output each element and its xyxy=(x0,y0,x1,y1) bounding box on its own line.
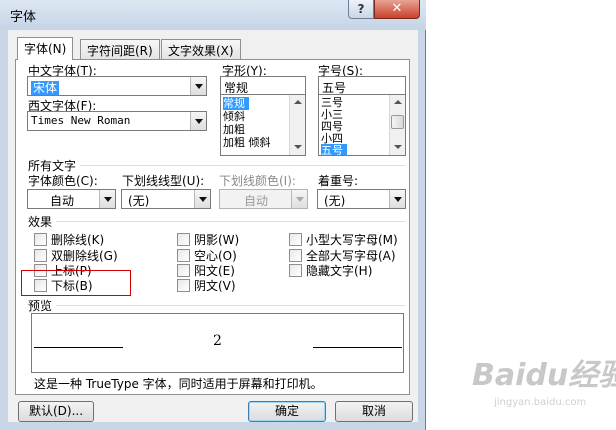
scroll-up-icon[interactable] xyxy=(390,95,405,110)
double-strikethrough-checkbox[interactable] xyxy=(34,249,47,262)
baidu-watermark-url: jingyan.baidu.com xyxy=(494,397,587,408)
preview-section-label: 预览 xyxy=(28,299,53,313)
scroll-up-icon[interactable] xyxy=(290,95,305,110)
font-style-list[interactable]: 常规 倾斜 加粗 加粗 倾斜 xyxy=(220,94,306,156)
font-style-input[interactable]: 常规 xyxy=(220,76,306,96)
hidden-text-checkbox[interactable] xyxy=(289,264,302,277)
chevron-down-icon[interactable] xyxy=(190,77,206,95)
cancel-button[interactable]: 取消 xyxy=(335,401,413,422)
list-item[interactable]: 加粗 xyxy=(223,123,245,136)
font-color-label: 字体颜色(C): xyxy=(28,174,98,188)
underline-color-label: 下划线颜色(I): xyxy=(219,174,296,188)
list-item[interactable]: 常规 xyxy=(223,97,249,110)
section-divider xyxy=(56,221,405,222)
list-item[interactable]: 倾斜 xyxy=(223,110,245,123)
font-size-list[interactable]: 三号 小三 四号 小四 五号 xyxy=(318,94,406,156)
tab-font[interactable]: 字体(N) xyxy=(17,37,74,60)
preview-baseline-right xyxy=(313,347,402,348)
outline-checkbox[interactable] xyxy=(177,249,190,262)
list-item[interactable]: 五号 xyxy=(321,144,347,155)
default-button[interactable]: 默认(D)... xyxy=(18,401,94,422)
all-caps-checkbox[interactable] xyxy=(289,249,302,262)
engrave-label: 阴文(V) xyxy=(194,279,236,293)
shadow-checkbox[interactable] xyxy=(177,233,190,246)
scroll-thumb[interactable] xyxy=(391,115,404,129)
font-color-select[interactable]: 自动 xyxy=(27,189,116,209)
preview-sample-text: 2 xyxy=(213,333,222,349)
dialog-title: 字体 xyxy=(10,10,37,25)
tab-character-spacing[interactable]: 字符间距(R) xyxy=(80,39,160,60)
underline-style-label: 下划线线型(U): xyxy=(122,174,205,188)
tab-text-effects[interactable]: 文字效果(X) xyxy=(161,39,241,60)
preview-box: 2 xyxy=(31,313,404,373)
annotation-highlight-box xyxy=(21,270,131,296)
emboss-checkbox[interactable] xyxy=(177,264,190,277)
preview-note: 这是一种 TrueType 字体，同时适用于屏幕和打印机。 xyxy=(34,377,323,391)
chevron-down-icon[interactable] xyxy=(389,190,405,208)
underline-color-select: 自动 xyxy=(219,189,308,209)
baidu-watermark: Baidu经验 xyxy=(472,358,616,393)
section-divider xyxy=(56,305,405,306)
chinese-font-select[interactable]: 宋体 xyxy=(27,76,207,96)
underline-style-select[interactable]: (无) xyxy=(121,189,211,209)
chevron-down-icon[interactable] xyxy=(194,190,210,208)
scroll-down-icon[interactable] xyxy=(290,140,305,155)
western-font-value: Times New Roman xyxy=(31,114,131,127)
small-caps-label: 小型大写字母(M) xyxy=(306,233,398,247)
underline-color-value: 自动 xyxy=(244,194,269,208)
underline-style-value: (无) xyxy=(128,194,150,208)
font-size-input[interactable]: 五号 xyxy=(318,76,406,96)
chevron-down-icon[interactable] xyxy=(190,112,206,130)
close-button[interactable]: ✕ xyxy=(374,0,420,19)
chevron-down-icon xyxy=(291,190,307,208)
section-divider xyxy=(80,165,405,166)
preview-baseline-left xyxy=(34,347,123,348)
list-item[interactable]: 加粗 倾斜 xyxy=(223,136,271,149)
help-button[interactable]: ? xyxy=(348,0,374,19)
font-color-value: 自动 xyxy=(50,194,75,208)
strikethrough-checkbox[interactable] xyxy=(34,233,47,246)
font-size-scrollbar[interactable] xyxy=(389,95,405,155)
hidden-text-label: 隐藏文字(H) xyxy=(306,264,373,278)
scroll-down-icon[interactable] xyxy=(390,140,405,155)
small-caps-checkbox[interactable] xyxy=(289,233,302,246)
strikethrough-label: 删除线(K) xyxy=(51,233,105,247)
chevron-down-icon[interactable] xyxy=(99,190,115,208)
effects-section-label: 效果 xyxy=(28,215,53,229)
font-style-scrollbar[interactable] xyxy=(289,95,305,155)
western-font-select[interactable]: Times New Roman xyxy=(27,111,207,131)
ok-button[interactable]: 确定 xyxy=(248,401,326,422)
emphasis-mark-value: (无) xyxy=(324,194,346,208)
chinese-font-value: 宋体 xyxy=(31,81,60,95)
engrave-checkbox[interactable] xyxy=(177,279,190,292)
shadow-label: 阴影(W) xyxy=(194,233,240,247)
emphasis-mark-label: 着重号: xyxy=(318,174,359,188)
emphasis-mark-select[interactable]: (无) xyxy=(317,189,406,209)
